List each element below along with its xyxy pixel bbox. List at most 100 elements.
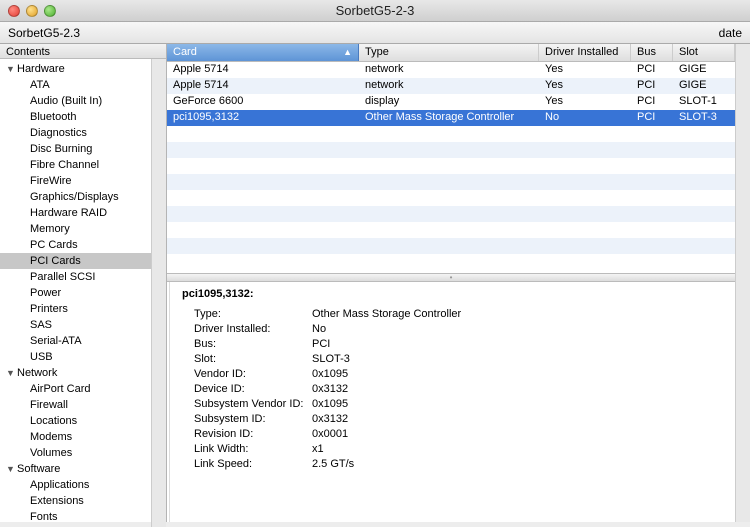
sidebar-item[interactable]: Firewall: [0, 397, 151, 413]
sidebar-header[interactable]: Contents: [0, 44, 166, 59]
table-row: [167, 190, 735, 206]
table-cell: PCI: [631, 78, 673, 94]
sidebar-tree[interactable]: ▼HardwareATAAudio (Built In)BluetoothDia…: [0, 59, 151, 527]
detail-field: Device ID:0x3132: [182, 383, 723, 398]
sidebar-item[interactable]: Printers: [0, 301, 151, 317]
sidebar-item[interactable]: Memory: [0, 221, 151, 237]
table-cell: Yes: [539, 94, 631, 110]
table-cell: [631, 238, 673, 254]
detail-value: x1: [312, 443, 324, 458]
detail-value: 0x1095: [312, 398, 348, 413]
sidebar-item[interactable]: PC Cards: [0, 237, 151, 253]
table-cell: [167, 238, 359, 254]
detail-key: Bus:: [182, 338, 312, 353]
table-row[interactable]: GeForce 6600displayYesPCISLOT-1: [167, 94, 735, 110]
table-cell: Apple 5714: [167, 62, 359, 78]
table-cell: [539, 238, 631, 254]
table-cell: network: [359, 62, 539, 78]
detail-value: 0x1095: [312, 368, 348, 383]
detail-value: PCI: [312, 338, 330, 353]
detail-field: Subsystem Vendor ID:0x1095: [182, 398, 723, 413]
sidebar-item[interactable]: Extensions: [0, 493, 151, 509]
table-row: [167, 158, 735, 174]
sidebar-item[interactable]: FireWire: [0, 173, 151, 189]
sidebar-item[interactable]: Applications: [0, 477, 151, 493]
table-cell: [167, 174, 359, 190]
column-header[interactable]: Bus: [631, 44, 673, 61]
table-cell: [673, 158, 735, 174]
sidebar-item[interactable]: Hardware RAID: [0, 205, 151, 221]
sidebar-item[interactable]: USB: [0, 349, 151, 365]
window-title: SorbetG5-2-3: [0, 3, 750, 18]
detail-field: Slot:SLOT-3: [182, 353, 723, 368]
sidebar-group-label: Hardware: [17, 63, 65, 75]
disclosure-triangle-icon[interactable]: ▼: [6, 64, 16, 74]
table-cell: [673, 142, 735, 158]
table-cell: [539, 126, 631, 142]
sidebar-item[interactable]: Bluetooth: [0, 109, 151, 125]
table-cell: [631, 174, 673, 190]
column-header[interactable]: Slot: [673, 44, 735, 61]
pane-splitter[interactable]: •: [167, 274, 735, 282]
sidebar-group[interactable]: ▼Software: [0, 461, 151, 477]
disclosure-triangle-icon[interactable]: ▼: [6, 464, 16, 474]
sidebar-item[interactable]: SAS: [0, 317, 151, 333]
toolbar-left-label: SorbetG5-2.3: [8, 26, 80, 40]
sidebar-scrollbar[interactable]: [151, 59, 166, 527]
table-cell: [673, 126, 735, 142]
detail-value: SLOT-3: [312, 353, 350, 368]
sidebar-item[interactable]: Disc Burning: [0, 141, 151, 157]
sidebar-item[interactable]: Fonts: [0, 509, 151, 525]
table-row[interactable]: pci1095,3132Other Mass Storage Controlle…: [167, 110, 735, 126]
table-cell: [673, 206, 735, 222]
table-row: [167, 174, 735, 190]
table-cell: [167, 158, 359, 174]
sidebar-item[interactable]: PCI Cards: [0, 253, 151, 269]
detail-field: Vendor ID:0x1095: [182, 368, 723, 383]
table-cell: SLOT-1: [673, 94, 735, 110]
sidebar-item[interactable]: Audio (Built In): [0, 93, 151, 109]
sidebar-group[interactable]: ▼Network: [0, 365, 151, 381]
disclosure-triangle-icon[interactable]: ▼: [6, 368, 16, 378]
detail-key: Link Width:: [182, 443, 312, 458]
sidebar-item[interactable]: AirPort Card: [0, 381, 151, 397]
sidebar-item[interactable]: Volumes: [0, 445, 151, 461]
detail-field: Bus:PCI: [182, 338, 723, 353]
sidebar-item[interactable]: Fibre Channel: [0, 157, 151, 173]
table-row[interactable]: Apple 5714networkYesPCIGIGE: [167, 62, 735, 78]
table-row: [167, 206, 735, 222]
column-header[interactable]: Card▲: [167, 44, 359, 61]
table-cell: No: [539, 110, 631, 126]
table-cell: Yes: [539, 62, 631, 78]
table-cell: [359, 174, 539, 190]
sidebar-item[interactable]: Serial-ATA: [0, 333, 151, 349]
table-cell: [539, 222, 631, 238]
table-cell: [539, 206, 631, 222]
detail-value: 0x0001: [312, 428, 348, 443]
table-row[interactable]: Apple 5714networkYesPCIGIGE: [167, 78, 735, 94]
sidebar-item[interactable]: Diagnostics: [0, 125, 151, 141]
column-header[interactable]: Type: [359, 44, 539, 61]
detail-field: Driver Installed:No: [182, 323, 723, 338]
table-cell: [539, 174, 631, 190]
sidebar-item[interactable]: ATA: [0, 77, 151, 93]
detail-value: 2.5 GT/s: [312, 458, 354, 473]
toolbar: SorbetG5-2.3 date: [0, 22, 750, 44]
window-titlebar: SorbetG5-2-3: [0, 0, 750, 22]
column-header[interactable]: Driver Installed: [539, 44, 631, 61]
sidebar-item[interactable]: Graphics/Displays: [0, 189, 151, 205]
table-cell: [359, 238, 539, 254]
table-cell: PCI: [631, 94, 673, 110]
sidebar-item[interactable]: Modems: [0, 429, 151, 445]
content-scrollbar[interactable]: [735, 44, 750, 522]
table-cell: [359, 126, 539, 142]
sidebar-item[interactable]: Parallel SCSI: [0, 269, 151, 285]
table-cell: Yes: [539, 78, 631, 94]
sidebar-group[interactable]: ▼Hardware: [0, 61, 151, 77]
sidebar-item[interactable]: Power: [0, 285, 151, 301]
detail-key: Device ID:: [182, 383, 312, 398]
table-cell: GIGE: [673, 62, 735, 78]
detail-value: Other Mass Storage Controller: [312, 308, 461, 323]
sidebar-item[interactable]: Locations: [0, 413, 151, 429]
table-header[interactable]: Card▲TypeDriver InstalledBusSlot: [167, 44, 735, 62]
